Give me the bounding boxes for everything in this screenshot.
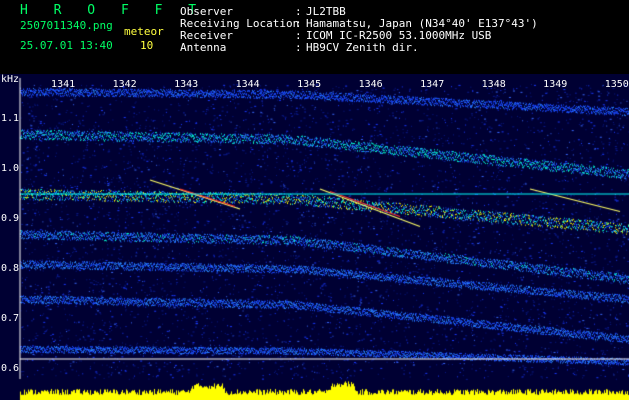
x-tick-label: 1348: [481, 79, 506, 90]
x-tick-label: 1343: [174, 79, 199, 90]
meteor-label: meteor: [124, 25, 164, 38]
antenna-label: Antenna: [180, 41, 227, 54]
y-tick-label: 0.6: [1, 363, 20, 374]
x-tick-label: 1350: [604, 79, 629, 90]
hrofft-logo: H R O F F T: [20, 3, 206, 18]
date-time: 25.07.01 13:40: [20, 39, 113, 52]
meteor-count: 10: [140, 39, 154, 52]
x-tick-label: 1342: [112, 79, 137, 90]
x-tick-label: 1344: [235, 79, 260, 90]
x-tick-label: 1346: [358, 79, 383, 90]
x-tick-label: 1341: [51, 79, 76, 90]
x-tick-label: 1349: [543, 79, 568, 90]
header-panel: H R O F F T 2507011340.png 25.07.01 13:4…: [0, 0, 629, 74]
x-tick-label: 1345: [297, 79, 322, 90]
x-tick-label: 1347: [420, 79, 445, 90]
antenna-value: HB9CV Zenith dir.: [306, 41, 419, 54]
file-name: 2507011340.png: [20, 19, 113, 32]
antenna-colon: :: [295, 41, 302, 54]
spectrogram-canvas: [0, 74, 629, 400]
y-axis-unit-label: kHz: [1, 74, 20, 85]
y-tick-label: 1.0: [1, 163, 20, 174]
y-tick-label: 0.9: [1, 213, 20, 224]
y-tick-label: 0.7: [1, 313, 20, 324]
y-tick-label: 0.8: [1, 263, 20, 274]
y-tick-label: 1.1: [1, 113, 20, 124]
